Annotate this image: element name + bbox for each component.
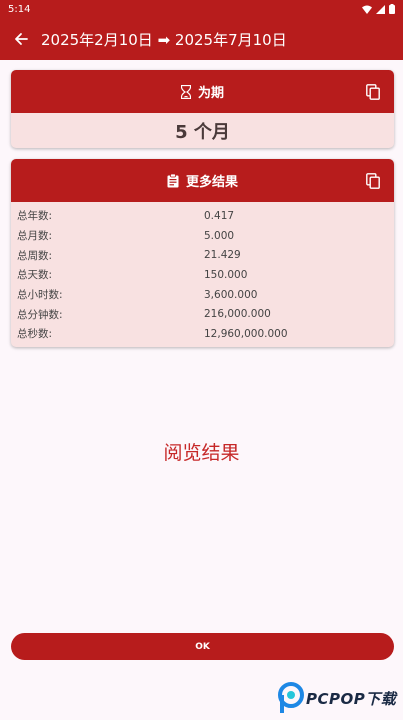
battery-icon [389, 4, 395, 14]
pcpop-logo-icon [278, 682, 304, 713]
arrow-back-icon [15, 33, 28, 45]
duration-card-header: 为期 [11, 70, 394, 113]
signal-icon [376, 4, 385, 14]
watermark: PCPOP下载 [278, 680, 396, 716]
duration-card: 为期 5 个月 [11, 70, 394, 148]
results-card: 更多结果 总年数: 0.417 总月数: 5.000 总周数: 21.429 总… [11, 159, 394, 347]
result-value: 0.417 [204, 209, 235, 222]
result-value: 12,960,000.000 [204, 327, 288, 340]
hourglass-icon [180, 84, 191, 99]
result-row-minutes: 总分钟数: 216,000.000 [17, 304, 394, 324]
clipboard-icon [167, 173, 179, 188]
result-row-weeks: 总周数: 21.429 [17, 245, 394, 265]
wifi-icon [362, 5, 372, 14]
results-list: 总年数: 0.417 总月数: 5.000 总周数: 21.429 总天数: 1… [11, 202, 394, 344]
result-label: 总分钟数: [17, 308, 63, 321]
status-time: 5:14 [8, 3, 31, 15]
result-row-hours: 总小时数: 3,600.000 [17, 285, 394, 305]
result-label: 总天数: [17, 269, 53, 282]
result-label: 总秒数: [17, 328, 53, 341]
status-bar: 5:14 [0, 0, 403, 18]
result-value: 3,600.000 [204, 288, 258, 301]
status-icons [362, 4, 395, 14]
result-value: 216,000.000 [204, 308, 271, 321]
copy-duration-button[interactable] [364, 83, 382, 101]
result-row-seconds: 总秒数: 12,960,000.000 [17, 324, 394, 344]
result-label: 总年数: [17, 210, 53, 223]
copy-results-button[interactable] [364, 172, 382, 190]
result-row-months: 总月数: 5.000 [17, 226, 394, 246]
back-button[interactable] [10, 28, 32, 50]
result-value: 5.000 [204, 229, 235, 242]
app-title: 2025年2月10日 ➡ 2025年7月10日 [41, 30, 287, 49]
results-card-title: 更多结果 [185, 175, 238, 190]
copy-icon [366, 172, 380, 189]
watermark-text: PCPOP下载 [306, 689, 397, 708]
duration-card-title: 为期 [197, 86, 224, 101]
results-card-header: 更多结果 [11, 159, 394, 202]
result-value: 21.429 [204, 249, 241, 262]
preview-title: 阅览结果 [163, 442, 240, 464]
result-label: 总小时数: [17, 289, 63, 302]
duration-value: 5 个月 [175, 121, 230, 143]
result-row-days: 总天数: 150.000 [17, 265, 394, 285]
result-label: 总月数: [17, 230, 53, 243]
app-bar: 2025年2月10日 ➡ 2025年7月10日 [0, 18, 403, 60]
result-value: 150.000 [204, 268, 248, 281]
result-row-years: 总年数: 0.417 [17, 206, 394, 226]
copy-icon [366, 83, 380, 100]
result-label: 总周数: [17, 249, 53, 262]
ok-button[interactable]: OK [11, 633, 394, 660]
